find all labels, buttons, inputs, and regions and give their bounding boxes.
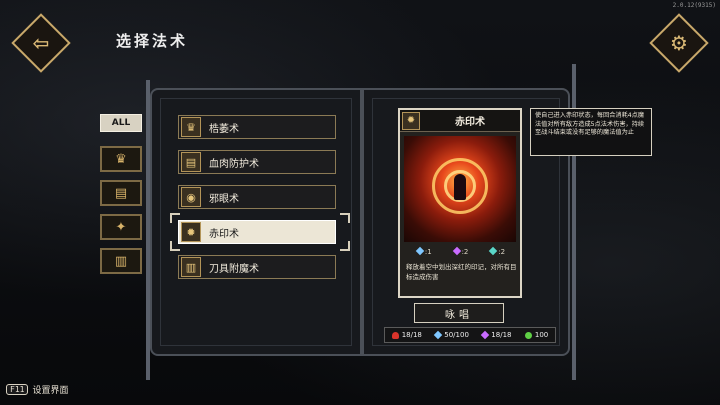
page-title: 选择法术 [116,32,189,50]
selection-bracket [340,241,350,251]
mana-crystal-icon [415,246,425,256]
card-artwork [404,136,516,242]
spell-card: ✹ 赤印术 :1 :2 :2 释放着空中划出深红的印记，对所有目标造成伤害 [398,108,522,298]
health-stat: 18/18 [391,331,422,339]
selection-bracket [340,213,350,223]
spell-icon: ▥ [181,257,201,277]
card-stat: :2 [452,246,468,256]
spell-icon: ✹ [402,111,420,130]
spell-item[interactable]: ▤ 血肉防护术 [178,150,336,174]
resource-bar: 18/18 50/100 18/18 100 [384,327,556,343]
spell-item-selected[interactable]: ✹ 赤印术 [178,220,336,244]
sanity-stat: 18/18 [481,330,511,340]
category-tab-scroll[interactable]: ▥ [100,248,142,274]
spell-tooltip: 使自己进入赤印状态，每回合消耗4点魔法值对所有敌方造成5点法术伤害，持续至战斗结… [530,108,652,156]
caster-figure [454,174,466,200]
f11-keycap: F11 [6,384,29,395]
card-header: ✹ 赤印术 [400,110,520,132]
spell-icon: ✹ [181,222,201,242]
chant-button[interactable]: 咏唱 [414,303,504,323]
gear-icon: ⚙ [670,31,688,55]
category-all-tab[interactable]: ALL [100,114,142,132]
selection-bracket [170,213,180,223]
heart-icon [391,331,399,339]
category-tab-tome[interactable]: ♛ [100,146,142,172]
card-cost-stats: :1 :2 :2 [406,246,516,256]
card-stat: :1 [415,246,432,256]
mana-stat: 50/100 [434,330,469,340]
cards-icon: ▤ [114,185,128,201]
category-tab-cards[interactable]: ▤ [100,180,142,206]
card-description: 释放着空中划出深红的印记，对所有目标造成伤害 [406,263,517,281]
gem-icon [488,246,498,256]
spell-name: 刀具附魔术 [209,263,259,275]
spell-item[interactable]: ♛ 梏萎术 [178,115,336,139]
spell-tome-icon: ♛ [115,151,127,167]
selection-bracket [170,241,180,251]
book-spire-left [146,80,150,380]
settings-shortcut[interactable]: F11 设置界面 [6,383,68,396]
version-label: 2.0.12(9315) [672,2,716,9]
settings-shortcut-label: 设置界面 [32,386,69,396]
spell-icon: ◉ [181,187,201,207]
sanity-crystal-icon [452,246,461,256]
back-arrow-icon: ⇦ [32,31,50,55]
spell-name: 邪眼术 [209,193,239,205]
mana-crystal-icon [434,330,443,340]
spell-item[interactable]: ▥ 刀具附魔术 [178,255,336,279]
sparkle-icon: ✦ [115,219,127,235]
scroll-icon: ▥ [114,253,128,269]
card-stat: :2 [488,246,505,256]
spell-icon: ♛ [181,117,201,137]
luck-stat: 100 [524,331,548,339]
spell-name: 梏萎术 [209,123,239,135]
card-title: 赤印术 [455,117,485,128]
spell-icon: ▤ [181,152,201,172]
spell-name: 血肉防护术 [209,158,259,170]
spell-item[interactable]: ◉ 邪眼术 [178,185,336,209]
sanity-moon-icon [481,330,490,340]
spell-name: 赤印术 [209,228,239,240]
clover-icon [524,331,532,339]
category-tab-sparkle[interactable]: ✦ [100,214,142,240]
